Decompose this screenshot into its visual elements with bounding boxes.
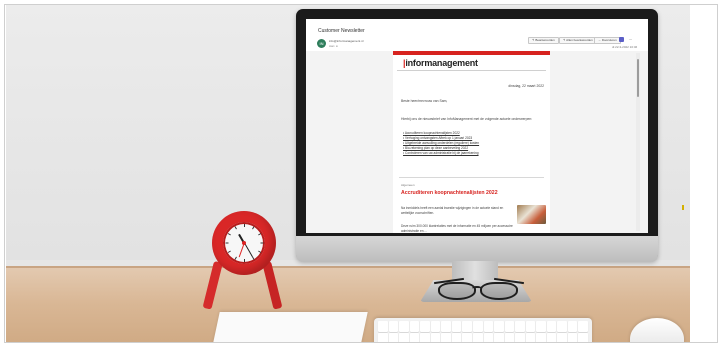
- key: [546, 321, 557, 332]
- clock-tick: [234, 226, 237, 230]
- key: [504, 321, 515, 332]
- brand-bar: [393, 51, 550, 55]
- mail-received-date: di 22-3-2022 10:46: [612, 45, 638, 49]
- key: [451, 321, 462, 332]
- intro-text: Hierbij ons de nieuwsbrief van InfoManag…: [401, 117, 533, 121]
- clock-tick: [260, 242, 263, 244]
- newsletter-date: dinsdag, 22 maart 2022: [508, 84, 544, 88]
- article-image: [517, 205, 546, 224]
- clock-icon: [223, 222, 265, 264]
- clock-tick: [234, 256, 237, 260]
- clock-tick: [227, 233, 231, 236]
- newsletter-body: |informanagement dinsdag, 22 maart 2022 …: [393, 51, 550, 233]
- clock-tick: [227, 250, 231, 253]
- key: [409, 321, 420, 332]
- clock-second-hand: [238, 242, 245, 258]
- notebook: [212, 312, 368, 347]
- brand-logo: |informanagement: [403, 58, 478, 68]
- key: [378, 321, 388, 332]
- section-tag: Algemeen: [401, 183, 415, 187]
- glasses-lens: [480, 282, 518, 300]
- key: [420, 321, 430, 332]
- reply-all-button[interactable]: ↰ Allen beantwoorden: [559, 37, 597, 44]
- key: [441, 321, 451, 332]
- sender-address[interactable]: info@informanagement.nl: [329, 39, 363, 43]
- frame-margin: [0, 343, 722, 347]
- frame-margin: [0, 0, 722, 5]
- clock-tick: [243, 259, 245, 262]
- divider: [397, 70, 546, 71]
- recipient-line: Aan: ●: [329, 44, 338, 48]
- article-headline[interactable]: Accruditeren koopnachtenalijsten 2022: [401, 190, 498, 196]
- key: [388, 321, 399, 332]
- mail-subject: Customer Newsletter: [318, 28, 365, 34]
- speck: [682, 205, 684, 210]
- frame-margin: [0, 0, 6, 347]
- monitor-chin: [296, 236, 658, 262]
- key: [578, 321, 588, 332]
- key: [525, 321, 536, 332]
- key: [430, 321, 441, 332]
- photo-scene: Customer Newsletter IN info@informanagem…: [0, 0, 722, 347]
- key: [536, 321, 546, 332]
- greeting: Beste heer/mevrouw van Sam,: [401, 99, 448, 103]
- article-text: Na inmiddels heeft een aantal kwestie wi…: [401, 206, 504, 215]
- scrollbar-thumb[interactable]: [637, 59, 639, 97]
- topic-list: Accruditeren koopnachtenalijsten 2022 Ve…: [403, 131, 479, 156]
- clock-hub: [242, 241, 246, 245]
- clock-tick: [257, 250, 261, 253]
- key: [515, 321, 525, 332]
- mail-window: Customer Newsletter IN info@informanagem…: [306, 19, 648, 233]
- clock-minute-hand: [243, 242, 253, 258]
- sender-avatar[interactable]: IN: [317, 39, 326, 48]
- key: [567, 321, 578, 332]
- glasses-lens: [438, 282, 476, 300]
- clock-tick: [251, 226, 254, 230]
- key: [494, 321, 504, 332]
- teams-icon[interactable]: [619, 37, 624, 42]
- key: [483, 321, 494, 332]
- key: [462, 321, 472, 332]
- clock-tick: [257, 233, 261, 236]
- more-icon[interactable]: ···: [628, 37, 633, 42]
- reply-button[interactable]: ↰ Beantwoorden: [528, 37, 559, 44]
- key: [472, 321, 483, 332]
- mail-header: Customer Newsletter IN info@informanagem…: [306, 19, 648, 51]
- article-text: Deze ruim 300.000 klantrelaties met de i…: [401, 224, 513, 233]
- key: [399, 321, 409, 332]
- frame-margin: [690, 0, 722, 347]
- glasses-icon: [434, 276, 524, 300]
- brand-name: informanagement: [405, 58, 478, 68]
- key: [557, 321, 567, 332]
- topic-link[interactable]: Controleren van uw administratie bij de …: [403, 151, 479, 156]
- forward-button[interactable]: → Doorsturen: [594, 37, 621, 44]
- clock-tick: [225, 242, 228, 244]
- section-divider: [399, 177, 544, 178]
- clock-tick: [243, 224, 245, 227]
